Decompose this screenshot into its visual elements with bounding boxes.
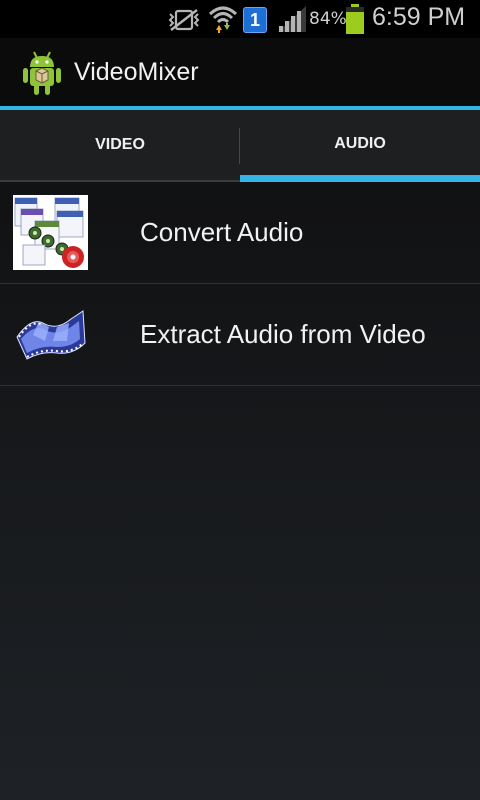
tab-audio[interactable]: AUDIO — [240, 110, 480, 182]
clock: 6:59 PM — [372, 3, 466, 31]
film-strip-icon — [16, 310, 86, 360]
android-app-icon[interactable] — [22, 50, 62, 96]
battery-percent: 84% — [309, 9, 347, 29]
tab-audio-label: AUDIO — [334, 134, 386, 152]
status-bar: 1 84% 6:59 PM — [0, 0, 480, 38]
wifi-icon — [208, 6, 238, 33]
screen: 1 84% 6:59 PM VideoMixer VIDEO AUDIO Con… — [0, 0, 480, 800]
list-item-extract-audio[interactable]: Extract Audio from Video — [0, 285, 480, 386]
app-title: VideoMixer — [74, 58, 199, 86]
muted-vibrate-icon — [168, 9, 200, 31]
battery-icon — [346, 4, 364, 34]
signal-icon — [278, 6, 306, 32]
notification-count: 1 — [249, 10, 260, 30]
tab-video[interactable]: VIDEO — [0, 110, 240, 182]
list-item-convert-audio[interactable]: Convert Audio — [0, 183, 480, 284]
list-item-label: Extract Audio from Video — [140, 319, 426, 349]
audio-formats-icon — [13, 195, 88, 270]
list-item-label: Convert Audio — [140, 217, 304, 247]
notification-1-icon: 1 — [243, 7, 267, 33]
tab-bar: VIDEO AUDIO — [0, 110, 480, 182]
action-bar: VideoMixer — [0, 38, 480, 110]
tab-video-label: VIDEO — [95, 136, 145, 153]
